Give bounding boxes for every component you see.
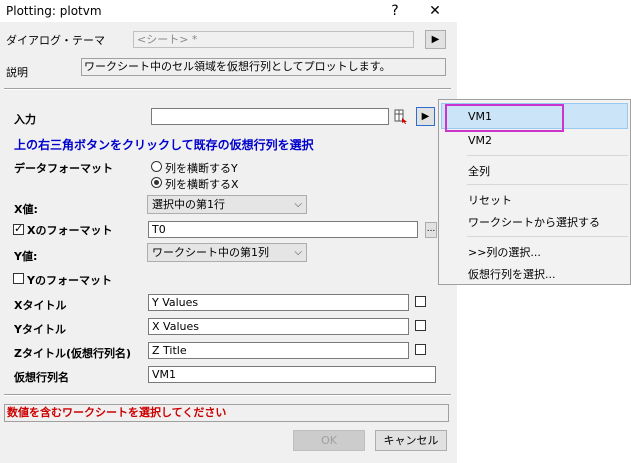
x-value-selected: 選択中の第1行 bbox=[152, 198, 225, 211]
x-value-label: X値: bbox=[14, 203, 38, 216]
y-format-checkbox[interactable] bbox=[13, 273, 24, 284]
status-message: 数値を含むワークシートを選択してください bbox=[4, 404, 449, 422]
radio-y-across-columns[interactable] bbox=[151, 161, 162, 172]
data-format-label: データフォーマット bbox=[14, 162, 113, 175]
input-label: 入力 bbox=[14, 113, 36, 126]
radio-x-across-columns[interactable] bbox=[151, 177, 162, 188]
x-value-dropdown[interactable]: 選択中の第1行 ⌵ bbox=[147, 195, 307, 214]
radio-y-across-columns-label: 列を横断するY bbox=[165, 162, 238, 175]
menu-item-vm1[interactable]: VM1 bbox=[468, 110, 492, 123]
z-title-label: Zタイトル(仮想行列名) bbox=[14, 347, 132, 360]
x-title-field[interactable]: Y Values bbox=[148, 294, 409, 311]
y-title-checkbox[interactable] bbox=[415, 320, 426, 331]
theme-field: <シート> * bbox=[133, 31, 414, 48]
menu-item-vm2[interactable]: VM2 bbox=[468, 134, 492, 147]
plotvm-dialog: Plotting: plotvm ? ✕ ダイアログ・テーマ <シート> * ▶… bbox=[0, 0, 457, 463]
title-bar: Plotting: plotvm ? ✕ bbox=[0, 0, 457, 22]
theme-menu-button[interactable]: ▶ bbox=[425, 30, 446, 49]
input-hint: 上の右三角ボタンをクリックして既存の仮想行列を選択 bbox=[14, 138, 314, 152]
description-label: 説明 bbox=[6, 66, 28, 79]
section-divider bbox=[4, 88, 451, 90]
input-menu-button[interactable]: ▶ bbox=[416, 107, 435, 126]
z-title-checkbox[interactable] bbox=[415, 344, 426, 355]
y-value-label: Y値: bbox=[14, 250, 38, 263]
window-title: Plotting: plotvm bbox=[6, 4, 102, 18]
x-title-checkbox[interactable] bbox=[415, 296, 426, 307]
menu-separator bbox=[467, 155, 628, 156]
annotation-box bbox=[445, 104, 564, 132]
select-range-icon[interactable] bbox=[394, 108, 409, 125]
x-format-label: Xのフォーマット bbox=[27, 224, 113, 237]
input-field[interactable] bbox=[151, 108, 389, 125]
radio-x-across-columns-label: 列を横断するX bbox=[165, 178, 239, 191]
vm-name-field[interactable]: VM1 bbox=[148, 366, 436, 383]
help-button[interactable]: ? bbox=[382, 1, 408, 21]
menu-item-reset[interactable]: リセット bbox=[468, 192, 512, 208]
menu-item-select-virtual-matrix[interactable]: 仮想行列を選択... bbox=[468, 266, 556, 282]
x-title-label: Xタイトル bbox=[14, 299, 67, 312]
vm-name-label: 仮想行列名 bbox=[14, 371, 69, 384]
close-button[interactable]: ✕ bbox=[422, 1, 448, 21]
menu-separator bbox=[467, 236, 628, 237]
x-format-browse-button[interactable]: ... bbox=[425, 222, 437, 238]
menu-separator bbox=[467, 184, 628, 185]
menu-item-select-columns[interactable]: >>列の選択... bbox=[468, 244, 541, 260]
y-value-selected: ワークシート中の第1列 bbox=[152, 246, 269, 259]
y-title-label: Yタイトル bbox=[14, 323, 66, 336]
theme-label: ダイアログ・テーマ bbox=[6, 34, 105, 47]
chevron-down-icon: ⌵ bbox=[294, 247, 302, 258]
y-title-field[interactable]: X Values bbox=[148, 318, 409, 335]
x-format-field[interactable]: T0 bbox=[148, 221, 418, 238]
description-text: ワークシート中のセル領域を仮想行列としてプロットします。 bbox=[81, 58, 446, 76]
y-value-dropdown[interactable]: ワークシート中の第1列 ⌵ bbox=[147, 243, 307, 262]
y-format-label: Yのフォーマット bbox=[27, 274, 112, 287]
x-format-checkbox[interactable] bbox=[13, 222, 24, 235]
section-divider bbox=[4, 394, 451, 396]
cancel-button[interactable]: キャンセル bbox=[375, 430, 447, 451]
menu-item-select-from-worksheet[interactable]: ワークシートから選択する bbox=[468, 214, 600, 230]
ok-button[interactable]: OK bbox=[293, 430, 365, 451]
virtual-matrix-menu: VM1 VM2 全列 リセット ワークシートから選択する >>列の選択... 仮… bbox=[438, 99, 631, 285]
chevron-down-icon: ⌵ bbox=[294, 199, 302, 210]
z-title-field[interactable]: Z Title bbox=[148, 342, 409, 359]
menu-item-all-columns[interactable]: 全列 bbox=[468, 163, 490, 179]
